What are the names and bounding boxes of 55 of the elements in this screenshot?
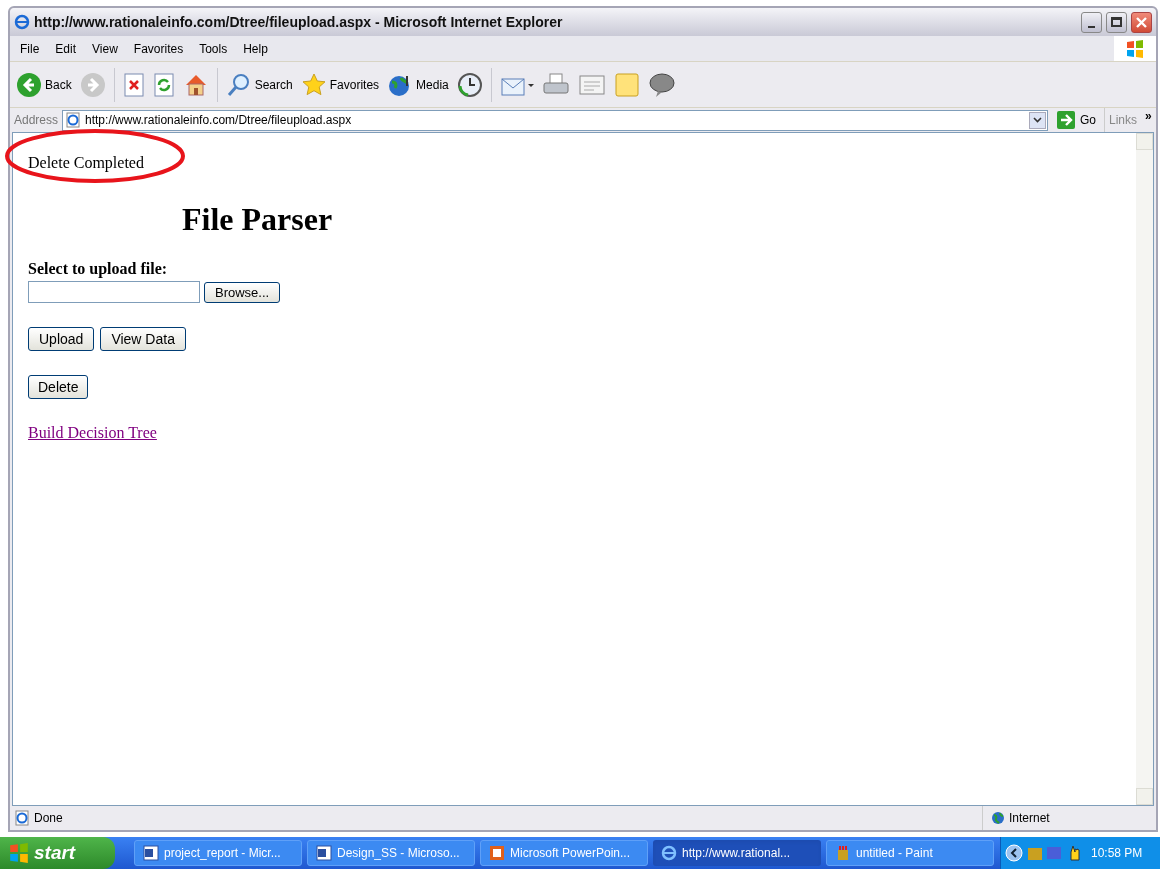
menu-item[interactable]: File xyxy=(14,39,46,58)
caret-icon xyxy=(1033,117,1042,123)
upload-button[interactable]: Upload xyxy=(28,327,95,351)
globe-icon xyxy=(991,811,1005,825)
page-icon xyxy=(65,112,82,128)
media-button[interactable]: Media xyxy=(385,66,451,103)
decision-tree-link[interactable]: Build Decision Tree xyxy=(28,424,157,441)
menu-item[interactable]: Tools xyxy=(193,39,234,58)
speech-bubble-icon xyxy=(647,71,676,98)
stop-icon xyxy=(122,72,145,97)
view-data-button[interactable]: View Data xyxy=(100,327,186,351)
windows-logo-icon xyxy=(1125,39,1145,58)
window-title: http://www.rationaleinfo.com/Dtree/fileupload.aspx - Microsoft Internet Explorer xyxy=(34,12,564,32)
arrow-icon xyxy=(1056,110,1076,130)
document-icon xyxy=(143,845,159,861)
search-button[interactable]: Search xyxy=(223,66,295,103)
slide-icon xyxy=(489,845,505,861)
menu-item[interactable]: Edit xyxy=(49,39,83,58)
status-text: Done xyxy=(34,810,64,827)
chevron-icon[interactable] xyxy=(1005,844,1023,862)
address-label: Address xyxy=(14,112,59,129)
page-heading: File Parser xyxy=(182,200,333,239)
star-icon xyxy=(300,71,327,98)
browser-icon xyxy=(661,845,677,861)
menu-item[interactable]: View xyxy=(86,39,124,58)
refresh-icon xyxy=(152,72,175,97)
page-icon xyxy=(14,810,30,826)
scrollbar[interactable] xyxy=(1136,133,1153,805)
menu-item[interactable]: Help xyxy=(237,39,274,58)
favorites-button[interactable]: Favorites xyxy=(298,66,382,103)
zone-text: Internet xyxy=(1009,810,1050,827)
close-icon xyxy=(1135,15,1148,29)
file-input-field[interactable] xyxy=(28,281,200,303)
browser-icon xyxy=(14,14,30,30)
clock-icon xyxy=(456,71,483,98)
paint-icon xyxy=(835,845,851,861)
dropdown-button[interactable] xyxy=(1029,111,1046,129)
document-icon xyxy=(316,845,332,861)
status-message: Delete Completed xyxy=(28,153,144,174)
back-button[interactable]: Back xyxy=(14,66,74,103)
note-icon xyxy=(613,71,640,98)
taskbar-button[interactable]: http://www.rational... xyxy=(653,840,821,866)
search-icon xyxy=(225,71,252,98)
browse-button[interactable]: Browse... xyxy=(204,281,281,303)
windows-logo-icon xyxy=(8,843,30,863)
menu-item[interactable]: Favorites xyxy=(127,39,190,58)
chevron-button[interactable]: » xyxy=(1145,107,1152,125)
close-button[interactable] xyxy=(1131,11,1152,33)
delete-button[interactable]: Delete xyxy=(28,375,89,399)
address-field[interactable]: http://www.rationaleinfo.com/Dtree/fileupload.aspx xyxy=(62,109,1048,131)
upload-label: Select to upload file: xyxy=(28,259,168,280)
minimize-button[interactable] xyxy=(1081,11,1102,33)
go-button[interactable]: Go xyxy=(1052,110,1100,130)
clock: 10:58 PM xyxy=(1091,845,1143,862)
maximize-button[interactable] xyxy=(1106,11,1127,33)
